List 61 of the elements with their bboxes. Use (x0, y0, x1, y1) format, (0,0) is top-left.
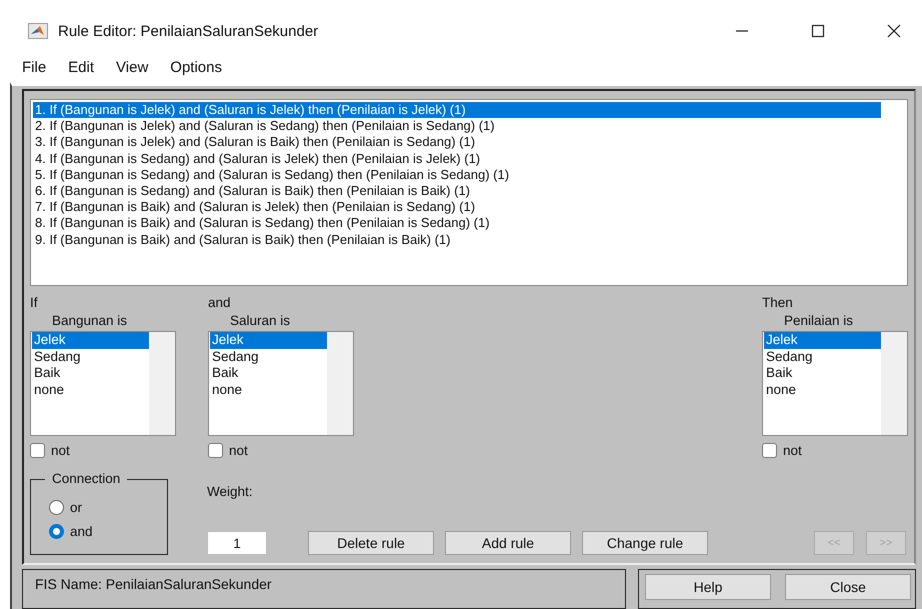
window-title: Rule Editor: PenilaianSaluranSekunder (58, 22, 318, 40)
scrollbar-track[interactable] (881, 332, 907, 435)
term-item[interactable]: none (764, 382, 881, 398)
term-item[interactable]: Baik (764, 365, 881, 382)
term-item[interactable]: Baik (32, 365, 149, 382)
term-item[interactable]: Jelek (32, 332, 149, 348)
rule-list[interactable] (30, 99, 908, 286)
rule-item[interactable]: 4. If (Bangunan is Sedang) and (Saluran is Jelek) then (Penilaian is Jelek) (1) (33, 150, 881, 167)
variable-label: Bangunan is (51, 312, 128, 330)
term-item[interactable]: Jelek (210, 332, 327, 348)
rule-button[interactable]: Add rule (445, 531, 571, 555)
checkbox-label: not (783, 443, 802, 458)
checkbox[interactable] (208, 443, 223, 458)
rule-item[interactable]: 6. If (Bangunan is Sedang) and (Saluran is Baik) then (Penilaian is Baik) (1) (33, 183, 881, 200)
dialog-button[interactable]: Help (645, 574, 771, 600)
checkbox[interactable] (762, 443, 777, 458)
rule-button[interactable]: Delete rule (308, 531, 434, 555)
variable-label: Penilaian is (783, 312, 854, 330)
term-item[interactable]: none (32, 382, 149, 398)
term-item[interactable]: Baik (210, 365, 327, 382)
column-heading: and (208, 295, 232, 311)
app-logo-icon (28, 23, 48, 39)
term-item[interactable]: Sedang (210, 348, 327, 365)
menu-item[interactable]: Options (170, 58, 222, 76)
radio-button[interactable] (49, 500, 64, 515)
term-item[interactable]: none (210, 382, 327, 398)
rule-item[interactable]: 2. If (Bangunan is Jelek) and (Saluran is Sedang) then (Penilaian is Sedang) (1) (33, 118, 881, 134)
menu-item[interactable]: Edit (68, 58, 94, 76)
term-item[interactable]: Sedang (764, 348, 881, 365)
checkbox[interactable] (30, 443, 45, 458)
menu-item[interactable]: View (116, 58, 148, 76)
weight-label: Weight: (207, 484, 254, 499)
dialog-button[interactable]: Close (785, 574, 911, 600)
close-icon[interactable] (887, 24, 901, 38)
group-title: Connection (45, 471, 128, 486)
radio-label: or (70, 500, 82, 515)
column-heading: If (30, 295, 39, 311)
checkbox-label: not (51, 443, 70, 458)
rule-item[interactable]: 1. If (Bangunan is Jelek) and (Saluran is Jelek) then (Penilaian is Jelek) (1) (33, 102, 881, 118)
term-item[interactable]: Jelek (764, 332, 881, 348)
rule-button[interactable]: Change rule (582, 531, 708, 555)
status-text: FIS Name: PenilaianSaluranSekunder (35, 576, 272, 592)
term-list[interactable]: Jelek Sedang Baik none (762, 331, 908, 436)
weight-field[interactable]: 1 (207, 531, 267, 555)
rule-item[interactable]: 8. If (Bangunan is Baik) and (Saluran is Sedang) then (Penilaian is Sedang) (1) (33, 215, 881, 232)
radio-label: and (70, 524, 93, 539)
rule-item[interactable]: 3. If (Bangunan is Jelek) and (Saluran is Baik) then (Penilaian is Sedang) (1) (33, 134, 881, 151)
term-list[interactable]: Jelek Sedang Baik none (208, 331, 354, 436)
rule-item[interactable]: 7. If (Bangunan is Baik) and (Saluran is Jelek) then (Penilaian is Sedang) (1) (33, 199, 881, 216)
scrollbar-track[interactable] (327, 332, 353, 435)
column-heading: Then (762, 295, 794, 311)
scrollbar-track[interactable] (149, 332, 175, 435)
radio-button[interactable] (49, 524, 64, 539)
checkbox-label: not (229, 443, 248, 458)
term-item[interactable]: Sedang (32, 348, 149, 365)
term-list[interactable]: Jelek Sedang Baik none (30, 331, 176, 436)
maximize-icon[interactable] (811, 24, 825, 38)
rule-item[interactable]: 9. If (Bangunan is Baik) and (Saluran is Baik) then (Penilaian is Baik) (1) (33, 232, 881, 248)
rule-item[interactable]: 5. If (Bangunan is Sedang) and (Saluran is Sedang) then (Penilaian is Sedang) (1) (33, 166, 881, 184)
menu-item[interactable]: File (22, 58, 46, 76)
variable-label: Saluran is (229, 312, 292, 330)
